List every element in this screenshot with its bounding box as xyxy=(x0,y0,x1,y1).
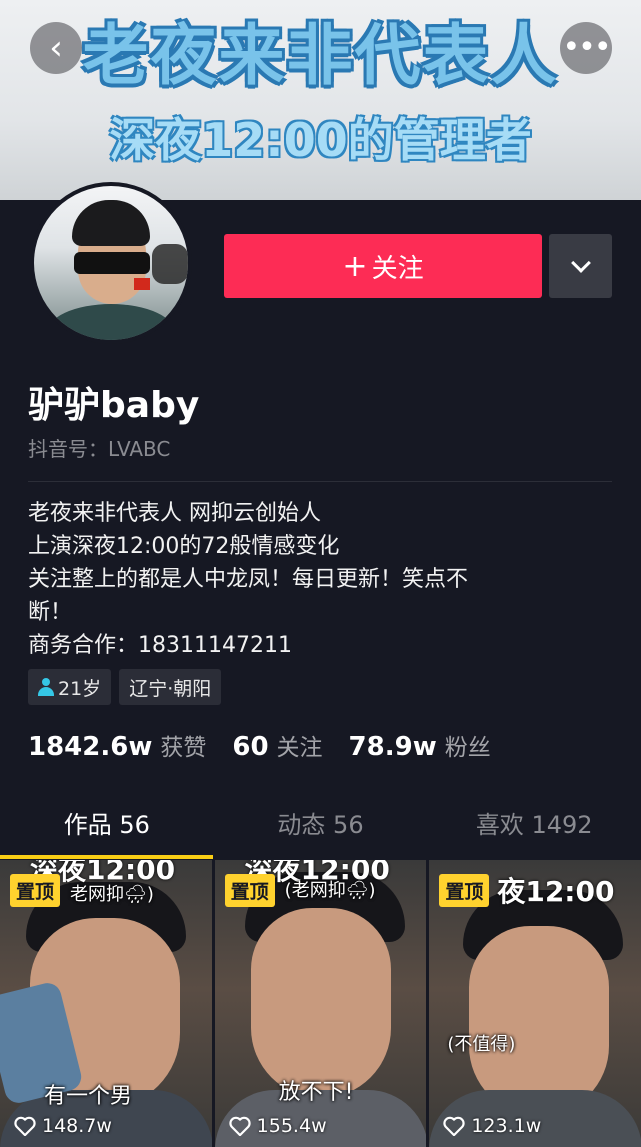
tab-indicator xyxy=(0,855,213,859)
likes-count[interactable]: 1842.6w xyxy=(28,732,152,762)
profile-tabs: 作品 56 动态 56 喜欢 1492 xyxy=(0,795,641,855)
age-label: 21岁 xyxy=(58,677,102,700)
pinned-badge: 置顶 xyxy=(224,874,275,907)
pinned-badge: 置顶 xyxy=(10,874,61,907)
likes-label[interactable]: 获赞 xyxy=(160,728,206,762)
video-caption: 老网抑🌧) xyxy=(70,884,154,905)
video-mid-caption: 有一个男 xyxy=(44,1084,133,1109)
video-likes-count: 148.7w xyxy=(42,1115,112,1137)
location-tag: 辽宁·朝阳 xyxy=(119,669,222,705)
chevron-left-icon: ‹ xyxy=(49,28,63,68)
video-caption: (老网抑🌧) xyxy=(284,880,376,901)
following-count[interactable]: 60 xyxy=(232,732,268,762)
bio-line: 断！ xyxy=(28,600,73,625)
back-button[interactable]: ‹ xyxy=(30,22,82,74)
followers-label[interactable]: 粉丝 xyxy=(445,728,491,762)
bio-line: 老夜来非代表人 网抑云创始人 xyxy=(28,501,321,526)
following-label[interactable]: 关注 xyxy=(277,728,323,762)
video-top-caption: 夜12:00 xyxy=(497,875,615,908)
profile-stats: 1842.6w 获赞 60 关注 78.9w 粉丝 xyxy=(28,728,517,762)
avatar-image xyxy=(34,186,188,340)
follow-label: 关注 xyxy=(371,253,424,284)
tab-likes[interactable]: 喜欢 1492 xyxy=(427,795,641,855)
more-dots-icon: ••• xyxy=(562,30,611,65)
heart-icon xyxy=(443,1116,465,1136)
age-tag: 21岁 xyxy=(28,669,112,705)
douyin-id[interactable]: 抖音号：LVABC xyxy=(28,433,170,462)
heart-icon xyxy=(229,1116,251,1136)
divider xyxy=(28,481,612,482)
video-thumbnail[interactable]: 深夜12:00 置顶 (老网抑🌧) 放不下! 155.4w xyxy=(214,860,427,1147)
bio-line: 关注整上的都是人中龙凤！每日更新！笑点不 xyxy=(28,567,469,592)
bio: 老夜来非代表人 网抑云创始人 上演深夜12:00的72般情感变化 关注整上的都是… xyxy=(28,497,468,662)
bio-line: 上演深夜12:00的72般情感变化 xyxy=(28,534,340,559)
banner-title: 老夜来非代表人 xyxy=(82,17,559,94)
profile-banner: 老夜来非代表人 深夜12:00的管理者 xyxy=(0,0,641,200)
video-likes: 155.4w xyxy=(229,1115,327,1137)
tab-works[interactable]: 作品 56 xyxy=(0,795,214,855)
bio-contact: 商务合作：18311147211 xyxy=(28,633,292,658)
video-likes: 148.7w xyxy=(14,1115,112,1137)
follow-button[interactable]: + 关注 xyxy=(224,234,542,298)
video-likes-count: 155.4w xyxy=(256,1115,327,1137)
followers-count[interactable]: 78.9w xyxy=(349,732,437,762)
video-likes: 123.1w xyxy=(443,1115,541,1137)
recommend-dropdown-button[interactable] xyxy=(549,234,612,298)
video-thumbnail[interactable]: 深夜12:00 置顶 老网抑🌧) 有一个男 148.7w xyxy=(0,860,212,1147)
avatar[interactable] xyxy=(30,182,192,344)
banner-subtitle: 深夜12:00的管理者 xyxy=(109,113,532,167)
profile-name: 驴驴baby xyxy=(28,385,200,426)
person-icon xyxy=(38,678,54,696)
more-button[interactable]: ••• xyxy=(560,22,612,74)
heart-icon xyxy=(14,1116,36,1136)
tab-dynamics[interactable]: 动态 56 xyxy=(214,795,428,855)
location-label: 辽宁·朝阳 xyxy=(129,677,212,700)
profile-tags: 21岁 辽宁·朝阳 xyxy=(28,669,222,705)
video-likes-count: 123.1w xyxy=(471,1115,542,1137)
plus-icon: + xyxy=(342,248,368,284)
chevron-down-icon xyxy=(570,253,591,273)
video-grid: 深夜12:00 置顶 老网抑🌧) 有一个男 148.7w 深夜12:00 置顶 … xyxy=(0,860,641,1147)
pinned-badge: 置顶 xyxy=(439,874,490,907)
video-mid-caption: 放不下! xyxy=(278,1080,354,1105)
video-thumbnail[interactable]: 夜12:00 置顶 (不值得) 123.1w xyxy=(429,860,641,1147)
video-caption: (不值得) xyxy=(447,1034,516,1055)
